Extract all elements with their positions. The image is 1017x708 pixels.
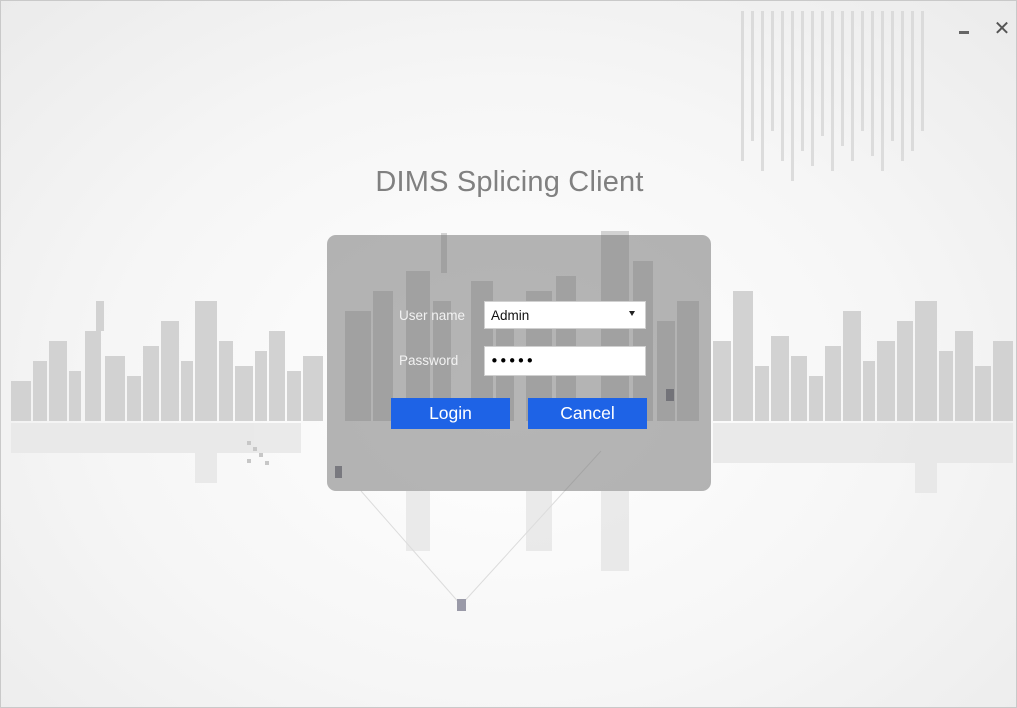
close-button[interactable]: ✕ — [989, 15, 1015, 41]
password-value: ••••• — [490, 352, 535, 370]
login-panel: User name Admin Password ••••• Login Can… — [327, 235, 711, 491]
cancel-button[interactable]: Cancel — [528, 398, 647, 429]
username-select[interactable]: Admin — [484, 301, 646, 329]
login-window: ✕ DIMS Splicing Client User name Admin P… — [0, 0, 1017, 708]
password-label: Password — [399, 353, 459, 368]
login-button[interactable]: Login — [391, 398, 510, 429]
app-title: DIMS Splicing Client — [375, 166, 644, 198]
close-icon: ✕ — [993, 16, 1011, 40]
username-value: Admin — [491, 307, 530, 323]
chevron-down-icon[interactable] — [629, 311, 635, 316]
password-field[interactable]: ••••• — [484, 346, 646, 376]
username-label: User name — [399, 308, 466, 323]
minimize-icon — [959, 30, 969, 34]
minimize-button[interactable] — [951, 15, 977, 41]
